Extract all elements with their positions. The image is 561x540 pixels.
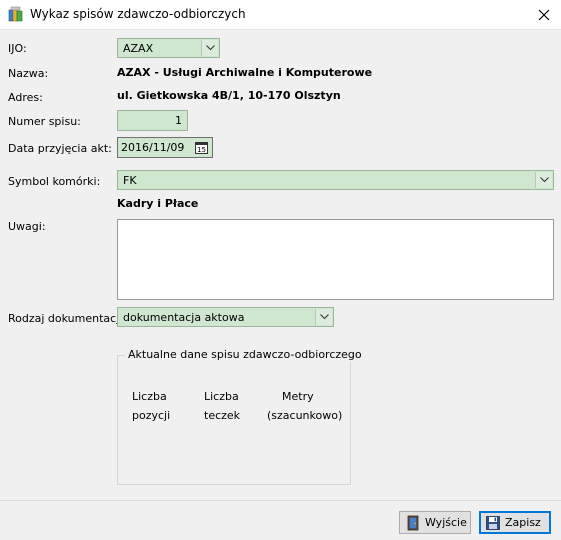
calendar-icon[interactable]: 15 [195,141,208,154]
title-bar: Wykaz spisów zdawczo-odbiorczych [0,0,561,30]
exit-button[interactable]: Wyjście [399,511,471,534]
liczba-teczek-label-line2: teczek [204,409,241,422]
button-bar: Wyjście Zapisz [0,500,561,540]
chevron-down-icon[interactable] [535,172,552,188]
uwagi-label: Uwagi: [8,220,46,233]
close-icon [538,9,550,20]
ijo-select[interactable]: AZAX [117,38,220,58]
liczba-pozycji-label-line2: pozycji [132,409,171,422]
numer-spisu-label: Numer spisu: [8,115,81,128]
save-button-label: Zapisz [505,516,541,529]
exit-button-label: Wyjście [425,516,467,529]
nazwa-value: AZAX - Usługi Archiwalne i Komputerowe [117,66,373,79]
uwagi-textarea[interactable] [117,219,554,300]
chevron-down-icon[interactable] [315,309,332,325]
summary-groupbox-title: Aktualne dane spisu zdawczo-odbiorczego [125,348,365,361]
data-przyjecia-field[interactable]: 2016/11/09 15 [117,137,213,158]
exit-door-icon [407,515,419,530]
calendar-icon-number: 15 [197,146,206,154]
rodzaj-dokumentacji-value: dokumentacja aktowa [123,311,245,324]
liczba-teczek-label-line1: Liczba [204,390,239,403]
chevron-down-icon[interactable] [201,40,218,56]
nazwa-label: Nazwa: [8,67,49,80]
save-floppy-icon [486,515,500,530]
save-button[interactable]: Zapisz [479,511,551,534]
symbol-komorki-value: FK [123,174,137,187]
data-przyjecia-value: 2016/11/09 [121,141,185,154]
adres-value: ul. Gietkowska 4B/1, 10-170 Olsztyn [117,89,341,102]
close-button[interactable] [527,0,561,29]
metry-label-line1: Metry [282,390,314,403]
summary-groupbox: Aktualne dane spisu zdawczo-odbiorczego … [117,348,365,485]
ijo-label: IJO: [8,42,27,55]
symbol-komorki-select[interactable]: FK [117,170,554,190]
symbol-komorki-name: Kadry i Płace [117,197,199,210]
data-przyjecia-label: Data przyjęcia akt: [8,142,112,155]
ijo-select-value: AZAX [123,42,154,55]
window-title: Wykaz spisów zdawczo-odbiorczych [30,7,246,21]
liczba-pozycji-label-line1: Liczba [132,390,167,403]
metry-label-line2: (szacunkowo) [267,409,343,422]
adres-label: Adres: [8,91,43,104]
rodzaj-dokumentacji-label: Rodzaj dokumentacji: [8,312,127,325]
numer-spisu-field[interactable]: 1 [117,110,188,131]
rodzaj-dokumentacji-select[interactable]: dokumentacja aktowa [117,307,334,327]
books-app-icon [8,6,23,22]
symbol-komorki-label: Symbol komórki: [8,175,101,188]
